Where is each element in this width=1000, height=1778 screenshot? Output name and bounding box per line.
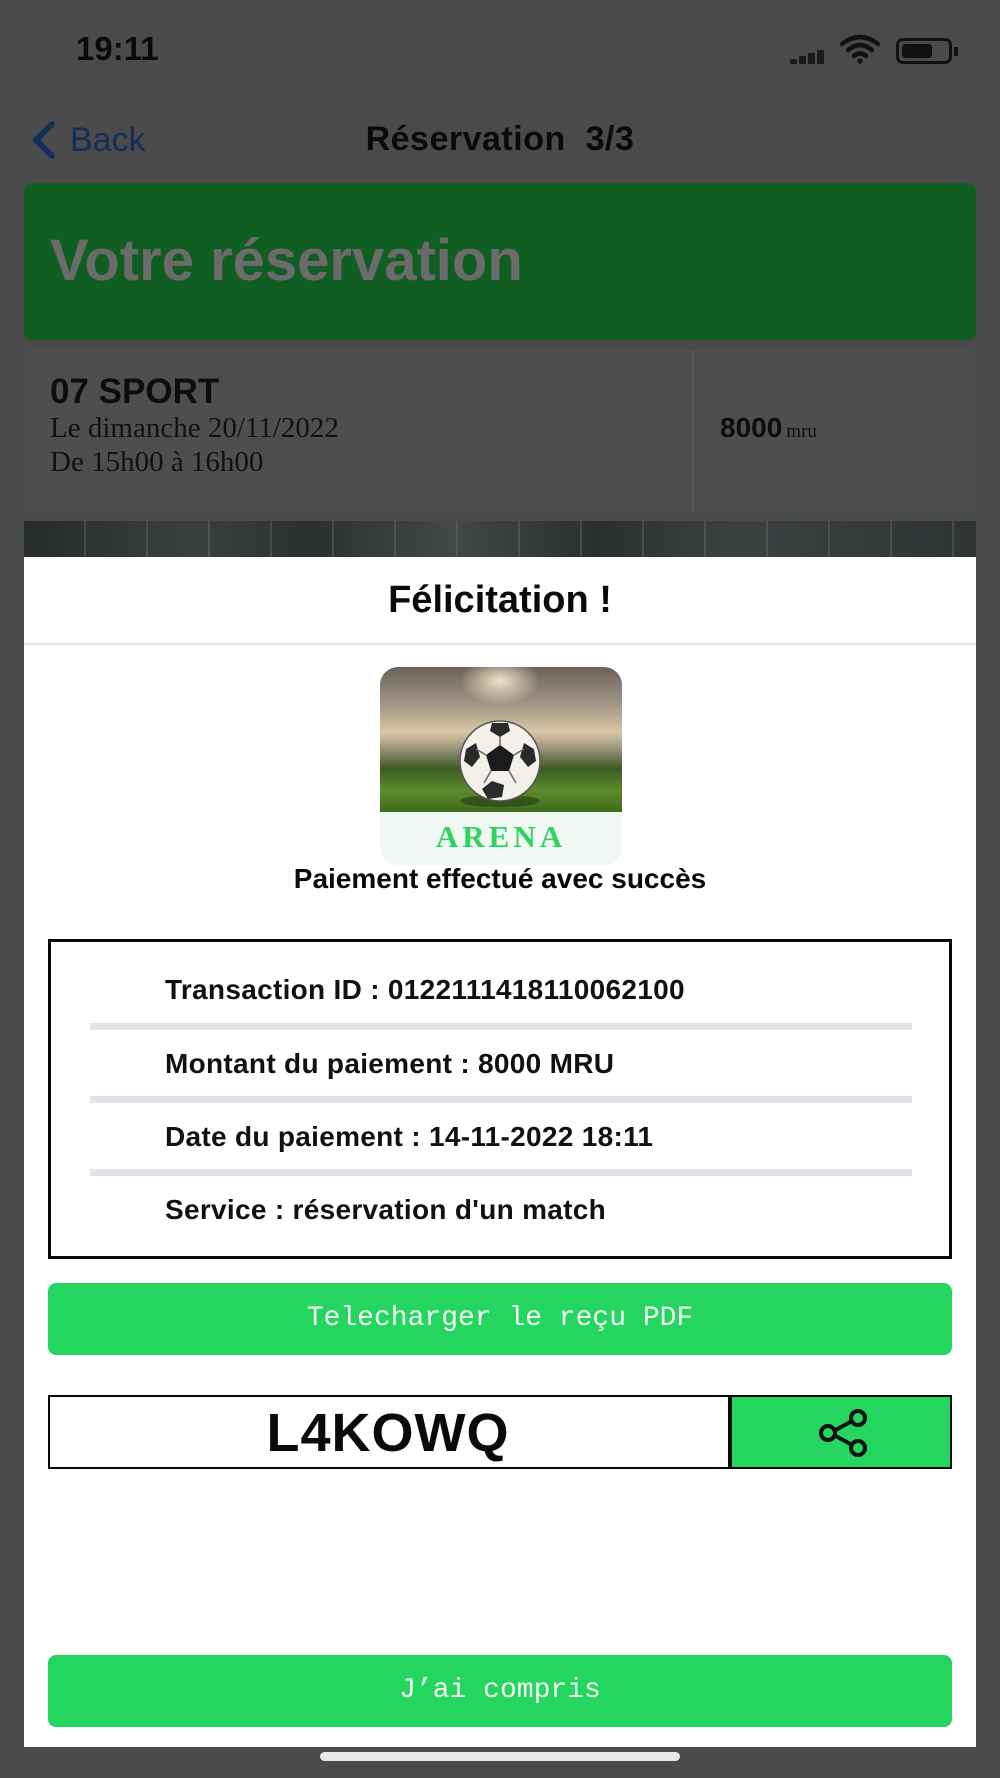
wifi-icon — [840, 34, 880, 64]
reservation-banner: Votre réservation — [24, 183, 976, 340]
modal-title: Félicitation ! — [388, 579, 612, 621]
understood-button[interactable]: J’ai compris — [48, 1655, 952, 1727]
payment-date: Date du paiement : 14-11-2022 18:11 — [165, 1121, 654, 1152]
status-bar: 19:11 — [0, 0, 1000, 96]
share-button[interactable] — [728, 1397, 950, 1467]
transaction-details: Transaction ID : 0122111418110062100 Mon… — [48, 939, 952, 1259]
signal-icon — [790, 48, 826, 64]
card-divider — [692, 350, 694, 512]
booking-price: 8000 mru — [720, 412, 817, 444]
price-amount: 8000 — [720, 412, 783, 443]
booking-time: De 15h00 à 16h00 — [50, 446, 264, 478]
service-type: Service : réservation d'un match — [165, 1194, 607, 1225]
payment-amount-row: Montant du paiement : 8000 MRU — [51, 1030, 949, 1102]
reservation-code: L4KOWQ — [266, 1403, 510, 1463]
soccer-ball-icon — [459, 720, 541, 807]
transaction-id: Transaction ID : 0122111418110062100 — [165, 974, 685, 1005]
service-row: Service : réservation d'un match — [51, 1176, 949, 1248]
page-title: Réservation 3/3 — [365, 120, 635, 158]
banner-title: Votre réservation — [50, 228, 523, 293]
venue-photo — [24, 521, 976, 557]
venue-name: 07 SPORT — [50, 372, 220, 411]
row-divider — [90, 1023, 912, 1030]
success-message: Paiement effectué avec succès — [293, 863, 707, 894]
booking-date: Le dimanche 20/11/2022 — [50, 412, 339, 444]
modal-header: Félicitation ! — [24, 557, 976, 645]
share-icon — [819, 1409, 867, 1457]
payment-success-modal: Félicitation ! ARENA Paiement effectué a… — [24, 557, 976, 1747]
navigation-bar: Back Réservation 3/3 — [0, 100, 1000, 180]
booking-info: 07 SPORT Le dimanche 20/11/2022 De 15h00… — [24, 350, 690, 512]
home-indicator — [320, 1752, 680, 1761]
reservation-code-box: L4KOWQ — [48, 1395, 952, 1469]
download-receipt-button[interactable]: Telecharger le reçu PDF — [48, 1283, 952, 1355]
row-divider — [90, 1169, 912, 1176]
transaction-id-row: Transaction ID : 0122111418110062100 — [51, 956, 949, 1028]
price-unit: mru — [786, 421, 817, 442]
payment-amount: Montant du paiement : 8000 MRU — [165, 1048, 615, 1079]
status-time: 19:11 — [76, 30, 159, 67]
logo-text: ARENA — [435, 819, 567, 854]
arena-logo: ARENA — [380, 667, 622, 865]
booking-card: 07 SPORT Le dimanche 20/11/2022 De 15h00… — [24, 350, 976, 512]
battery-icon — [896, 38, 958, 64]
row-divider — [90, 1096, 912, 1103]
status-icons — [790, 34, 960, 66]
payment-date-row: Date du paiement : 14-11-2022 18:11 — [51, 1103, 949, 1175]
